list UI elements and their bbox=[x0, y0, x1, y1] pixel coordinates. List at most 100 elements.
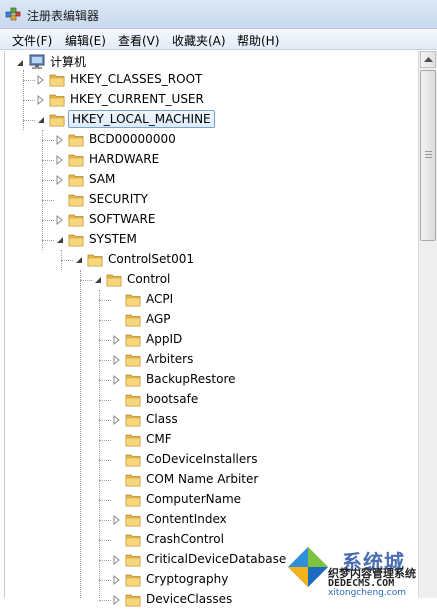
tree-key-acpi[interactable]: ACPI bbox=[112, 290, 430, 310]
scroll-thumb[interactable] bbox=[420, 70, 436, 241]
tree-node-label: COM Name Arbiter bbox=[146, 472, 259, 486]
tree-connector-line bbox=[42, 200, 54, 201]
tree-key-arbiters[interactable]: Arbiters bbox=[112, 350, 430, 370]
scroll-up-button[interactable] bbox=[420, 51, 436, 68]
tree-key-class[interactable]: Class bbox=[112, 410, 430, 430]
tree-key-computername[interactable]: ComputerName bbox=[112, 490, 430, 510]
tree-guide-line bbox=[42, 130, 43, 250]
tree-hive-hkey-local-machine[interactable]: HKEY_LOCAL_MACHINE bbox=[36, 110, 430, 130]
tree-key-system[interactable]: SYSTEM bbox=[55, 230, 430, 250]
expand-arrow-icon[interactable] bbox=[112, 515, 122, 525]
tree-node-label: bootsafe bbox=[146, 392, 199, 406]
tree-hive-hkey-current-user[interactable]: HKEY_CURRENT_USER bbox=[36, 90, 430, 110]
tree-node-label: Arbiters bbox=[146, 352, 194, 366]
expand-arrow-icon[interactable] bbox=[36, 95, 46, 105]
folder-icon bbox=[125, 314, 141, 327]
tree-node-label: SYSTEM bbox=[89, 232, 137, 246]
tree-node-label: ComputerName bbox=[146, 492, 242, 506]
tree-connector-line bbox=[99, 440, 111, 441]
tree-key-controlset001[interactable]: ControlSet001 bbox=[74, 250, 430, 270]
tree-key-control[interactable]: Control bbox=[93, 270, 430, 290]
tree-connector-line bbox=[99, 340, 111, 341]
tree-node-label: SAM bbox=[89, 172, 116, 186]
expand-arrow-icon[interactable] bbox=[36, 75, 46, 85]
tree-key-com-name-arbiter[interactable]: COM Name Arbiter bbox=[112, 470, 430, 490]
regedit-icon bbox=[5, 7, 21, 21]
folder-icon bbox=[125, 594, 141, 607]
tree-connector-line bbox=[99, 540, 111, 541]
tree-key-agp[interactable]: AGP bbox=[112, 310, 430, 330]
tree-connector-line bbox=[99, 500, 111, 501]
folder-icon bbox=[125, 354, 141, 367]
watermark-url: xitongcheng.com bbox=[328, 588, 406, 598]
watermark: 系统城 织梦内容管理系统 DEDECMS.COM xitongcheng.com bbox=[284, 543, 437, 598]
tree-key-codeviceinstallers[interactable]: CoDeviceInstallers bbox=[112, 450, 430, 470]
expand-arrow-icon[interactable] bbox=[112, 575, 122, 585]
tree-key-backuprestore[interactable]: BackupRestore bbox=[112, 370, 430, 390]
tree-root-computer[interactable]: 计算机 bbox=[50, 53, 86, 70]
tree-guide-line bbox=[99, 290, 100, 598]
expand-arrow-icon[interactable] bbox=[112, 375, 122, 385]
tree-key-contentindex[interactable]: ContentIndex bbox=[112, 510, 430, 530]
folder-icon bbox=[125, 374, 141, 387]
tree-node-label: BCD00000000 bbox=[89, 132, 176, 146]
menu-view[interactable]: 查看(V) bbox=[118, 32, 160, 49]
collapse-arrow-icon[interactable] bbox=[15, 58, 25, 68]
expand-arrow-icon[interactable] bbox=[112, 595, 122, 605]
tree-key-bcd00000000[interactable]: BCD00000000 bbox=[55, 130, 430, 150]
tree-guide-line bbox=[80, 270, 81, 598]
tree-node-label: CrashControl bbox=[146, 532, 224, 546]
folder-icon bbox=[68, 134, 84, 147]
tree-connector-line bbox=[42, 160, 54, 161]
tree-connector-line bbox=[42, 240, 54, 241]
expand-arrow-icon[interactable] bbox=[112, 555, 122, 565]
expand-arrow-icon[interactable] bbox=[55, 135, 65, 145]
tree-connector-line bbox=[23, 80, 35, 81]
tree-connector-line bbox=[61, 260, 73, 261]
tree-node-label: BackupRestore bbox=[146, 372, 236, 386]
title-bar: 注册表编辑器 bbox=[0, 0, 437, 29]
menu-help[interactable]: 帮助(H) bbox=[237, 32, 279, 49]
tree-key-appid[interactable]: AppID bbox=[112, 330, 430, 350]
tree-connector-line bbox=[99, 520, 111, 521]
expand-arrow-icon[interactable] bbox=[55, 155, 65, 165]
expand-arrow-icon[interactable] bbox=[112, 355, 122, 365]
expand-arrow-icon[interactable] bbox=[55, 175, 65, 185]
folder-icon bbox=[125, 434, 141, 447]
vertical-scrollbar[interactable] bbox=[418, 51, 437, 598]
tree-connector-line bbox=[99, 300, 111, 301]
expand-arrow-icon[interactable] bbox=[112, 415, 122, 425]
folder-open-icon bbox=[106, 274, 122, 287]
folder-icon bbox=[49, 94, 65, 107]
tree-key-cmf[interactable]: CMF bbox=[112, 430, 430, 450]
tree-node-label: HKEY_CURRENT_USER bbox=[70, 92, 204, 106]
menu-file[interactable]: 文件(F) bbox=[12, 32, 52, 49]
tree-node-label: HARDWARE bbox=[89, 152, 160, 166]
collapse-arrow-icon[interactable] bbox=[93, 275, 103, 285]
expand-arrow-icon[interactable] bbox=[112, 335, 122, 345]
tree-key-bootsafe[interactable]: bootsafe bbox=[112, 390, 430, 410]
tree-key-security[interactable]: SECURITY bbox=[55, 190, 430, 210]
collapse-arrow-icon[interactable] bbox=[55, 235, 65, 245]
folder-icon bbox=[125, 554, 141, 567]
collapse-arrow-icon[interactable] bbox=[74, 255, 84, 265]
menu-favorites[interactable]: 收藏夹(A) bbox=[172, 32, 226, 49]
folder-icon bbox=[68, 214, 84, 227]
folder-open-icon bbox=[87, 254, 103, 267]
tree-node-label: CMF bbox=[146, 432, 172, 446]
tree-node-label: HKEY_LOCAL_MACHINE bbox=[68, 110, 215, 128]
tree-connector-line bbox=[99, 380, 111, 381]
tree-key-hardware[interactable]: HARDWARE bbox=[55, 150, 430, 170]
folder-open-icon bbox=[49, 114, 65, 127]
chevron-up-icon bbox=[424, 57, 433, 62]
computer-icon bbox=[29, 54, 45, 69]
tree-connector-line bbox=[99, 400, 111, 401]
tree-key-software[interactable]: SOFTWARE bbox=[55, 210, 430, 230]
folder-icon bbox=[49, 74, 65, 87]
folder-icon bbox=[125, 394, 141, 407]
menu-edit[interactable]: 编辑(E) bbox=[65, 32, 106, 49]
tree-key-sam[interactable]: SAM bbox=[55, 170, 430, 190]
tree-hive-hkey-classes-root[interactable]: HKEY_CLASSES_ROOT bbox=[36, 70, 430, 90]
collapse-arrow-icon[interactable] bbox=[36, 115, 46, 125]
expand-arrow-icon[interactable] bbox=[55, 215, 65, 225]
